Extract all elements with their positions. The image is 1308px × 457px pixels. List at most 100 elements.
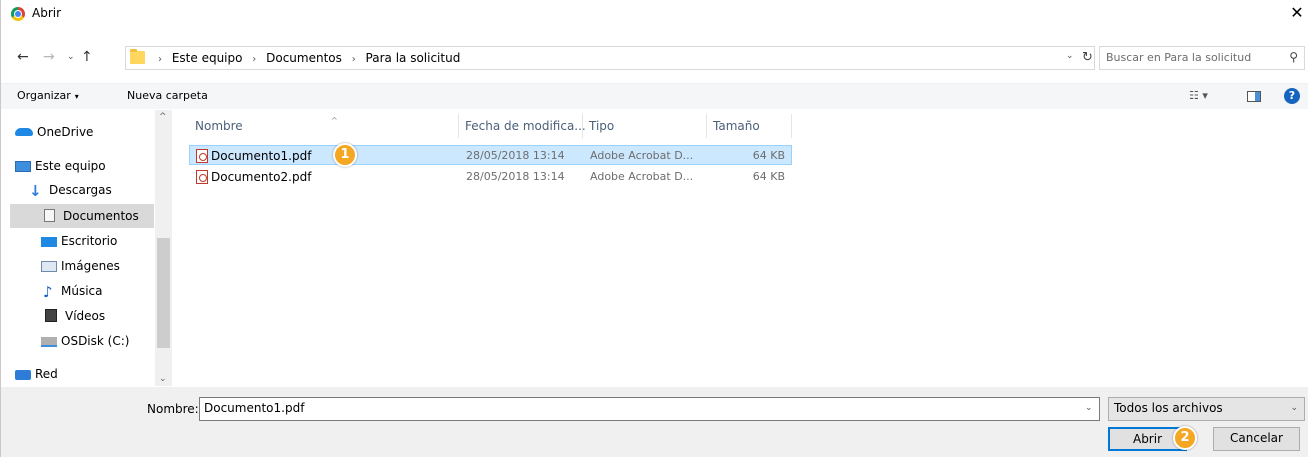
sidebar-item-label: Escritorio: [61, 234, 118, 248]
file-type-select[interactable]: Todos los archivos ⌄: [1108, 397, 1305, 421]
network-icon: [15, 370, 31, 380]
file-type-value: Todos los archivos: [1114, 401, 1223, 415]
up-button[interactable]: ↑: [81, 49, 93, 65]
sidebar-item-red[interactable]: Red: [15, 362, 154, 386]
change-view-icon[interactable]: ☷ ▾: [1189, 89, 1208, 102]
column-label: Tamaño: [713, 119, 760, 133]
column-header-tipo[interactable]: Tipo: [583, 114, 707, 138]
file-name-dropdown-icon[interactable]: ⌄: [1085, 403, 1093, 413]
sidebar-item-label: OneDrive: [37, 125, 94, 139]
column-header-fecha[interactable]: Fecha de modifica...: [459, 114, 586, 138]
sidebar-item-osdisk[interactable]: OSDisk (C:): [41, 329, 154, 353]
file-list: ^ Nombre Fecha de modifica... Tipo Tamañ…: [173, 110, 1308, 386]
column-header-tamano[interactable]: Tamaño: [707, 114, 792, 138]
new-folder-button[interactable]: Nueva carpeta: [127, 89, 208, 102]
file-date: 28/05/2018 13:14: [466, 170, 565, 183]
file-name-cell: Documento2.pdf: [196, 167, 311, 187]
onedrive-icon: [15, 128, 33, 136]
cancel-button[interactable]: Cancelar: [1213, 427, 1300, 451]
downloads-icon: ↓: [29, 182, 42, 200]
file-date: 28/05/2018 13:14: [466, 149, 565, 162]
sidebar-item-descargas[interactable]: ↓ Descargas: [29, 178, 154, 202]
breadcrumb-item-para-la-solicitud[interactable]: Para la solicitud: [366, 51, 461, 65]
search-input[interactable]: Buscar en Para la solicitud ⚲: [1099, 46, 1305, 70]
breadcrumb-item-este-equipo[interactable]: Este equipo: [172, 51, 243, 65]
dialog-footer: Nombre: Documento1.pdf ⌄ Todos los archi…: [1, 387, 1308, 457]
column-header-nombre[interactable]: ^ Nombre: [189, 114, 459, 138]
step-badge-1: 1: [333, 143, 357, 167]
desktop-icon: [41, 237, 57, 247]
forward-button[interactable]: →: [43, 49, 55, 65]
sidebar-item-label: Red: [35, 367, 58, 381]
navigation-bar: ← → ⌄ ↑ › Este equipo › Documentos › Par…: [1, 46, 1308, 76]
computer-icon: [15, 161, 31, 172]
sidebar-item-onedrive[interactable]: OneDrive: [15, 120, 154, 144]
sidebar-item-label: Imágenes: [61, 259, 120, 273]
title-bar: Abrir ✕: [1, 0, 1308, 28]
organize-button[interactable]: Organizar ▾: [17, 89, 79, 102]
sidebar-item-videos[interactable]: Vídeos: [45, 304, 154, 328]
file-type: Adobe Acrobat D...: [590, 170, 694, 183]
sidebar-item-label: Descargas: [49, 183, 112, 197]
address-dropdown-icon[interactable]: ⌄: [1066, 51, 1074, 61]
command-toolbar: Organizar ▾ Nueva carpeta ☷ ▾ ?: [1, 83, 1308, 109]
organize-label: Organizar: [17, 89, 71, 102]
pictures-icon: [41, 261, 57, 272]
sidebar-item-label: OSDisk (C:): [61, 334, 130, 348]
file-name-cell: Documento1.pdf: [196, 146, 311, 166]
navigation-pane: OneDrive Este equipo ↓ Descargas Document…: [1, 110, 172, 386]
file-size: 64 KB: [752, 149, 785, 162]
help-icon[interactable]: ?: [1284, 88, 1300, 104]
table-row[interactable]: Documento1.pdf 28/05/2018 13:14 Adobe Ac…: [189, 145, 792, 165]
column-label: Tipo: [589, 119, 615, 133]
breadcrumb-separator[interactable]: ›: [352, 54, 356, 65]
sidebar-item-documentos[interactable]: Documentos: [10, 204, 154, 228]
music-icon: ♪: [43, 283, 53, 301]
pdf-icon: [196, 170, 208, 184]
chevron-down-icon: ⌄: [1290, 403, 1298, 413]
window-title: Abrir: [32, 6, 62, 20]
open-file-dialog: Abrir ✕ ← → ⌄ ↑ › Este equipo › Document…: [0, 0, 1308, 457]
preview-pane-icon[interactable]: [1247, 91, 1261, 102]
close-button[interactable]: ✕: [1287, 2, 1307, 24]
disk-icon: [41, 337, 57, 347]
step-badge-2: 2: [1173, 426, 1197, 450]
sidebar-item-este-equipo[interactable]: Este equipo: [15, 154, 154, 178]
sidebar-item-escritorio[interactable]: Escritorio: [41, 229, 154, 253]
file-name: Documento2.pdf: [211, 170, 312, 184]
address-bar[interactable]: › Este equipo › Documentos › Para la sol…: [125, 46, 1095, 70]
file-size: 64 KB: [752, 170, 785, 183]
breadcrumb-separator: ›: [158, 54, 162, 65]
search-placeholder: Buscar en Para la solicitud: [1106, 51, 1252, 64]
back-button[interactable]: ←: [17, 49, 29, 65]
search-icon[interactable]: ⚲: [1289, 50, 1298, 64]
breadcrumb: › Este equipo › Documentos › Para la sol…: [152, 51, 460, 65]
file-type: Adobe Acrobat D...: [590, 149, 694, 162]
scroll-down-icon[interactable]: ⌄: [159, 374, 167, 384]
chrome-icon: [11, 7, 25, 21]
refresh-icon[interactable]: ↻: [1082, 50, 1093, 65]
sidebar-scrollbar[interactable]: ^ ⌄: [155, 110, 172, 386]
breadcrumb-item-documentos[interactable]: Documentos: [266, 51, 342, 65]
sidebar-item-musica[interactable]: ♪ Música: [43, 279, 154, 303]
file-name-label: Nombre:: [147, 402, 199, 416]
sort-ascending-icon: ^: [331, 116, 338, 125]
sidebar-item-imagenes[interactable]: Imágenes: [41, 254, 154, 278]
column-label: Nombre: [195, 119, 243, 133]
file-name-input[interactable]: Documento1.pdf: [199, 397, 1100, 421]
scroll-up-icon[interactable]: ^: [159, 112, 167, 122]
column-label: Fecha de modifica...: [465, 119, 586, 133]
videos-icon: [45, 309, 57, 322]
scroll-thumb[interactable]: [157, 238, 170, 348]
sidebar-item-label: Documentos: [63, 209, 139, 223]
table-row[interactable]: Documento2.pdf 28/05/2018 13:14 Adobe Ac…: [189, 167, 792, 187]
recent-locations-button[interactable]: ⌄: [67, 52, 75, 62]
breadcrumb-separator[interactable]: ›: [252, 54, 256, 65]
documents-icon: [44, 209, 55, 222]
sidebar-item-label: Vídeos: [65, 309, 106, 323]
sidebar-item-label: Este equipo: [35, 159, 106, 173]
pdf-icon: [196, 149, 208, 163]
sidebar-item-label: Música: [61, 284, 103, 298]
folder-icon: [130, 49, 145, 64]
chevron-down-icon: ▾: [74, 92, 79, 101]
